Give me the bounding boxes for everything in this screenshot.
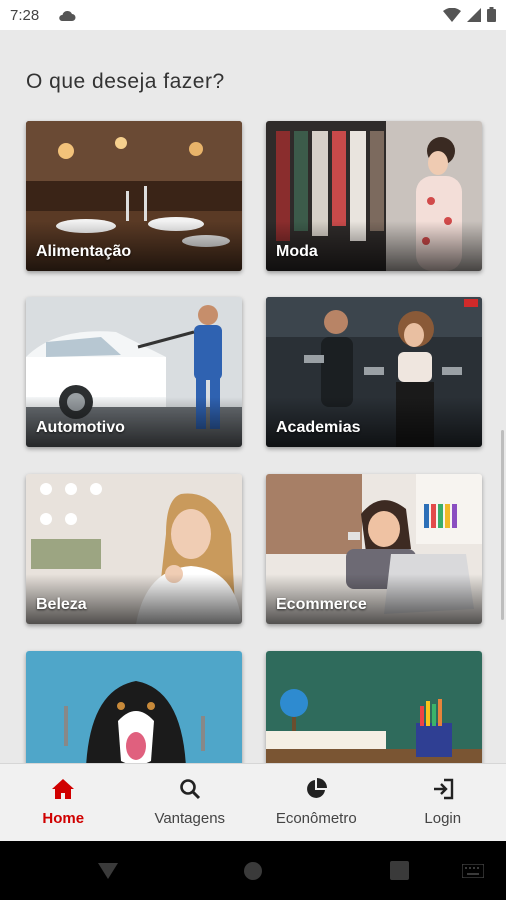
status-time: 7:28 (10, 7, 40, 24)
category-card-alimentacao[interactable]: Alimentação (26, 121, 242, 271)
nav-label: Econômetro (275, 810, 357, 827)
nav-item-login[interactable]: Login (380, 764, 506, 842)
wifi-icon (443, 7, 461, 27)
category-label: Moda (276, 243, 318, 260)
dog-image (26, 651, 242, 763)
bottom-navigation: Home Vantagens Econômetro Login (0, 763, 506, 842)
category-card-beleza[interactable]: Beleza (26, 474, 242, 624)
recents-icon[interactable] (390, 861, 409, 885)
category-label: Beleza (36, 596, 87, 613)
cloud-icon (58, 9, 76, 27)
keyboard-icon[interactable] (461, 863, 485, 883)
category-label: Ecommerce (276, 596, 367, 613)
search-icon (179, 778, 201, 805)
battery-icon (487, 7, 496, 27)
back-icon[interactable] (98, 861, 118, 886)
category-card-pet[interactable] (26, 651, 242, 763)
category-card-automotivo[interactable]: Automotivo (26, 297, 242, 447)
education-image (266, 651, 482, 763)
nav-item-vantagens[interactable]: Vantagens (127, 764, 254, 842)
nav-label: Vantagens (154, 810, 226, 827)
category-card-education[interactable] (266, 651, 482, 763)
nav-item-home[interactable]: Home (0, 764, 127, 842)
category-card-moda[interactable]: Moda (266, 121, 482, 271)
login-icon (432, 778, 454, 805)
signal-icon (467, 7, 481, 27)
category-label: Automotivo (36, 419, 125, 436)
nav-label: Home (42, 810, 85, 827)
main-content: O que deseja fazer? Alimentação Moda Aut… (0, 30, 506, 763)
home-circle-icon[interactable] (243, 861, 263, 886)
page-title: O que deseja fazer? (26, 70, 225, 93)
pie-chart-icon (305, 778, 328, 805)
category-card-academias[interactable]: Academias (266, 297, 482, 447)
system-navigation-bar (0, 841, 506, 900)
category-label: Alimentação (36, 243, 132, 260)
nav-label: Login (424, 810, 462, 827)
scrollbar[interactable] (501, 430, 504, 620)
category-label: Academias (276, 419, 361, 436)
category-card-ecommerce[interactable]: Ecommerce (266, 474, 482, 624)
nav-item-econometro[interactable]: Econômetro (253, 764, 380, 842)
home-icon (51, 778, 75, 805)
status-bar: 7:28 (0, 0, 506, 30)
